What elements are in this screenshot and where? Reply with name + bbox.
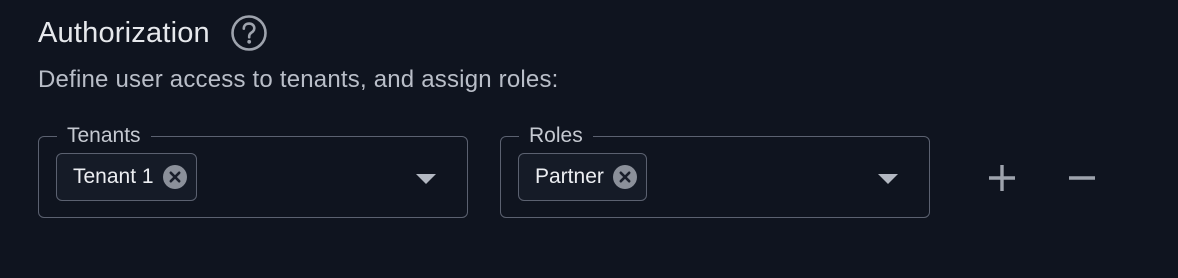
role-chip: Partner <box>518 153 647 201</box>
tenants-select[interactable]: Tenants Tenant 1 <box>38 121 468 218</box>
caret-down-icon[interactable] <box>415 172 437 184</box>
roles-select[interactable]: Roles Partner <box>500 121 930 218</box>
section-title: Authorization <box>38 16 210 49</box>
title-row: Authorization <box>38 14 268 52</box>
plus-icon <box>989 165 1015 191</box>
remove-row-button[interactable] <box>1062 158 1102 198</box>
tenant-chip: Tenant 1 <box>56 153 197 201</box>
caret-down-icon[interactable] <box>877 172 899 184</box>
close-circle-icon[interactable] <box>612 164 638 190</box>
tenant-chip-label: Tenant 1 <box>73 165 154 188</box>
roles-label: Roles <box>519 121 593 151</box>
close-circle-icon[interactable] <box>162 164 188 190</box>
section-description: Define user access to tenants, and assig… <box>38 66 559 93</box>
role-chip-label: Partner <box>535 165 604 188</box>
authorization-section: Authorization Define user access to tena… <box>0 0 1178 278</box>
minus-icon <box>1069 176 1095 180</box>
tenants-label: Tenants <box>57 121 151 151</box>
add-row-button[interactable] <box>982 158 1022 198</box>
help-icon[interactable] <box>230 14 268 52</box>
